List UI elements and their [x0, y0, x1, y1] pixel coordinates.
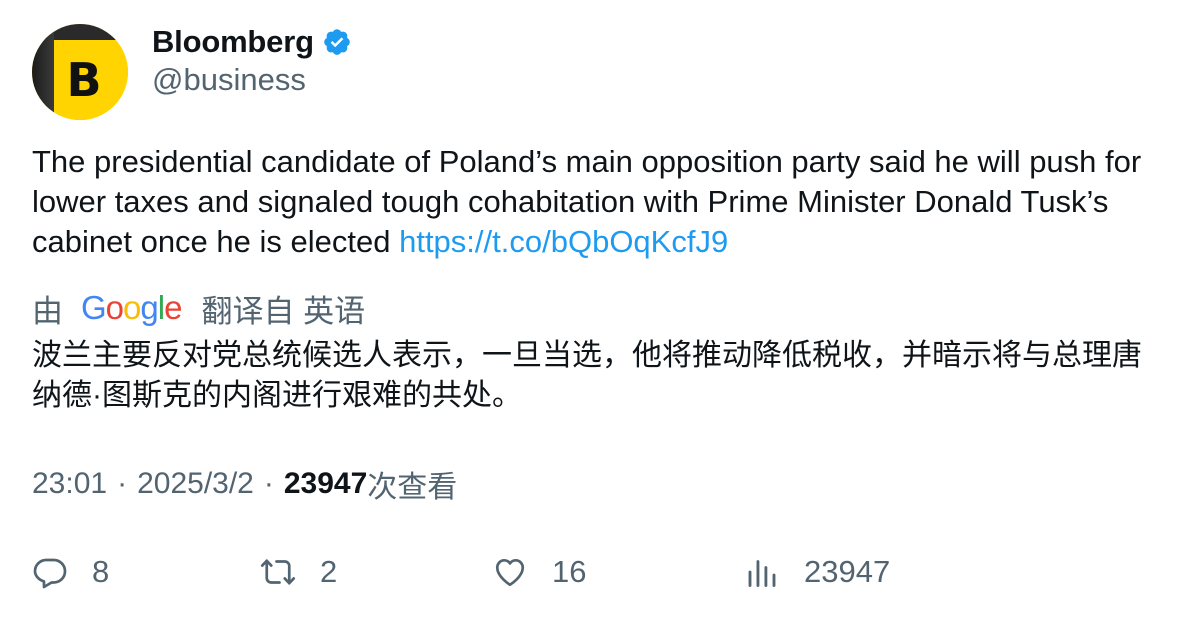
translated-text: 波兰主要反对党总统候选人表示，一旦当选，他将推动降低税收，并暗示将与总理唐纳德·… [32, 339, 1142, 412]
reply-count: 8 [92, 554, 110, 589]
meta-separator: · [263, 467, 274, 500]
like-count: 16 [552, 554, 587, 589]
like-button[interactable]: 16 [492, 550, 586, 594]
avatar-letter: B [54, 40, 128, 120]
retweet-button[interactable]: 2 [260, 550, 337, 594]
analytics-icon [748, 560, 776, 587]
views-label: 次查看 [367, 471, 458, 504]
tweet-date[interactable]: 2025/3/2 [137, 467, 254, 501]
reply-button[interactable]: 8 [32, 550, 109, 594]
action-bar: 8 2 16 23947 [32, 550, 1162, 594]
verified-badge-icon[interactable] [322, 27, 352, 57]
meta-separator: · [117, 467, 128, 500]
translation-attribution: 由 Google 翻译自 英语 [32, 286, 365, 331]
tweet-text: The presidential candidate of Poland’s m… [32, 142, 1162, 262]
author-handle[interactable]: @business [152, 62, 306, 98]
tweet-time[interactable]: 23:01 [32, 467, 107, 501]
views-button[interactable]: 23947 [744, 550, 890, 594]
reply-icon [33, 558, 67, 589]
tweet-link[interactable]: https://t.co/bQbOqKcfJ9 [399, 224, 728, 259]
views-action-count: 23947 [804, 554, 891, 589]
author-name-row: Bloomberg [152, 22, 352, 62]
author-display-name[interactable]: Bloomberg [152, 24, 314, 60]
heart-icon [495, 558, 525, 587]
views-count: 23947 [283, 467, 368, 500]
translated-from-label[interactable]: 翻译自 英语 [201, 286, 365, 331]
tweet-meta: 23:01 · 2025/3/2 · 23947 次查看 [32, 464, 457, 504]
translate-by-label: 由 [32, 293, 63, 329]
google-logo: Google [81, 289, 182, 326]
tweet-card: B Bloomberg @business The presidential c… [0, 0, 1196, 618]
retweet-count: 2 [320, 554, 338, 589]
avatar[interactable]: B [32, 24, 128, 120]
retweet-icon [260, 559, 296, 585]
